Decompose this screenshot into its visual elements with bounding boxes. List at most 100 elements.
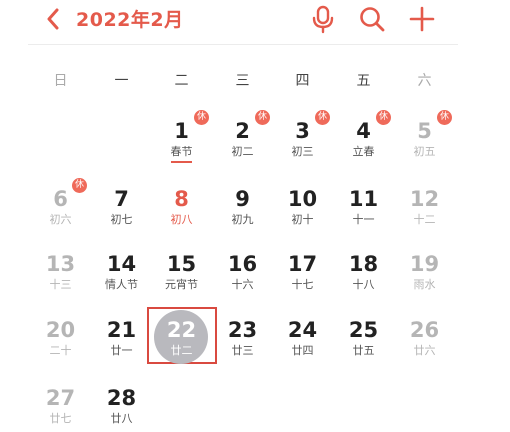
day-number: 17 <box>287 252 318 276</box>
lunar-label: 初十 <box>291 213 314 226</box>
microphone-icon <box>312 5 334 34</box>
weekday-sun: 日 <box>53 73 68 89</box>
day-number: 10 <box>287 187 318 211</box>
festival-underline <box>171 161 192 163</box>
day-cell-5[interactable]: 5 初五 休 <box>394 110 455 177</box>
rest-badge: 休 <box>437 110 452 125</box>
day-number: 8 <box>174 187 189 211</box>
back-button[interactable] <box>42 6 64 32</box>
day-cell-7[interactable]: 7 初七 <box>91 185 152 245</box>
lunar-label: 初九 <box>231 213 254 226</box>
day-number: 21 <box>106 318 137 342</box>
weekday-thu: 四 <box>295 73 310 89</box>
day-number: 19 <box>409 252 440 276</box>
day-cell-10[interactable]: 10 初十 <box>272 185 333 245</box>
plus-icon <box>409 6 435 32</box>
search-button[interactable] <box>357 4 387 34</box>
day-cell-21[interactable]: 21 廿一 <box>91 316 152 376</box>
lunar-label: 廿一 <box>110 344 133 357</box>
day-cell-9[interactable]: 9 初九 <box>212 185 273 245</box>
day-cell-14[interactable]: 14 情人节 <box>91 250 152 310</box>
day-cell-6[interactable]: 6 初六 休 <box>30 178 91 245</box>
rest-badge: 休 <box>255 110 270 125</box>
lunar-label: 雨水 <box>413 278 436 291</box>
lunar-label: 十八 <box>352 278 375 291</box>
day-number: 13 <box>45 252 76 276</box>
day-number: 23 <box>227 318 258 342</box>
lunar-label: 十七 <box>291 278 314 291</box>
day-cell-4[interactable]: 4 立春 休 <box>333 110 394 177</box>
day-cell-24[interactable]: 24 廿四 <box>272 316 333 376</box>
day-cell-13[interactable]: 13 十三 <box>30 250 91 310</box>
lunar-label: 廿七 <box>49 412 72 425</box>
day-cell-25[interactable]: 25 廿五 <box>333 316 394 376</box>
lunar-label: 元宵节 <box>165 278 198 291</box>
day-cell-17[interactable]: 17 十七 <box>272 250 333 310</box>
rest-badge: 休 <box>194 110 209 125</box>
month-title[interactable]: 2022年2月 <box>76 5 184 32</box>
day-number: 18 <box>348 252 379 276</box>
rest-badge: 休 <box>315 110 330 125</box>
day-number: 25 <box>348 318 379 342</box>
rest-badge: 休 <box>72 178 87 193</box>
day-number: 11 <box>348 187 379 211</box>
day-cell-12[interactable]: 12 十二 <box>394 185 455 245</box>
lunar-label: 廿五 <box>352 344 375 357</box>
day-number: 9 <box>235 187 250 211</box>
weekday-fri: 五 <box>356 73 371 89</box>
calendar-header: 2022年2月 <box>0 0 510 40</box>
lunar-label: 初五 <box>413 145 436 158</box>
day-cell-20[interactable]: 20 二十 <box>30 316 91 376</box>
day-cell-19[interactable]: 19 雨水 <box>394 250 455 310</box>
day-cell-1[interactable]: 1 春节 休 <box>151 110 212 177</box>
day-cell-3[interactable]: 3 初三 休 <box>272 110 333 177</box>
lunar-label: 初二 <box>231 145 254 158</box>
weekday-wed: 三 <box>235 73 250 89</box>
chevron-left-icon <box>47 8 59 30</box>
day-cell-28[interactable]: 28 廿八 <box>91 384 152 432</box>
lunar-label: 立春 <box>352 145 375 158</box>
day-cell-11[interactable]: 11 十一 <box>333 185 394 245</box>
day-cell-27[interactable]: 27 廿七 <box>30 384 91 432</box>
lunar-label: 廿三 <box>231 344 254 357</box>
weekday-sat: 六 <box>417 73 432 89</box>
lunar-label: 廿六 <box>413 344 436 357</box>
lunar-label: 十六 <box>231 278 254 291</box>
day-number: 22 <box>166 318 197 342</box>
day-number: 27 <box>45 386 76 410</box>
lunar-label: 十三 <box>49 278 72 291</box>
lunar-label: 春节 <box>170 145 193 158</box>
lunar-label: 廿八 <box>110 412 133 425</box>
day-number: 28 <box>106 386 137 410</box>
day-number: 14 <box>106 252 137 276</box>
day-cell-16[interactable]: 16 十六 <box>212 250 273 310</box>
lunar-label: 情人节 <box>105 278 138 291</box>
day-number: 20 <box>45 318 76 342</box>
day-number: 16 <box>227 252 258 276</box>
lunar-label: 初三 <box>291 145 314 158</box>
day-cell-22-selected[interactable]: 22 廿二 <box>151 316 212 376</box>
lunar-label: 廿二 <box>170 344 193 357</box>
day-cell-26[interactable]: 26 廿六 <box>394 316 455 376</box>
day-number: 24 <box>287 318 318 342</box>
day-cell-8[interactable]: 8 初八 <box>151 185 212 245</box>
day-cell-23[interactable]: 23 廿三 <box>212 316 273 376</box>
search-icon <box>360 7 385 32</box>
calendar-screen: 2022年2月 日 一 二 三 四 五 六 1 春节 休 2 初二 休 3 初三… <box>0 0 510 432</box>
lunar-label: 十二 <box>413 213 436 226</box>
add-event-button[interactable] <box>407 4 437 34</box>
voice-button[interactable] <box>308 4 338 34</box>
lunar-label: 十一 <box>352 213 375 226</box>
weekday-mon: 一 <box>114 73 129 89</box>
header-divider <box>28 44 458 45</box>
day-cell-15[interactable]: 15 元宵节 <box>151 250 212 310</box>
day-cell-18[interactable]: 18 十八 <box>333 250 394 310</box>
lunar-label: 初六 <box>49 213 72 226</box>
day-number: 12 <box>409 187 440 211</box>
day-number: 15 <box>166 252 197 276</box>
day-number: 7 <box>114 187 129 211</box>
lunar-label: 初八 <box>170 213 193 226</box>
lunar-label: 初七 <box>110 213 133 226</box>
day-cell-2[interactable]: 2 初二 休 <box>212 110 273 177</box>
rest-badge: 休 <box>376 110 391 125</box>
